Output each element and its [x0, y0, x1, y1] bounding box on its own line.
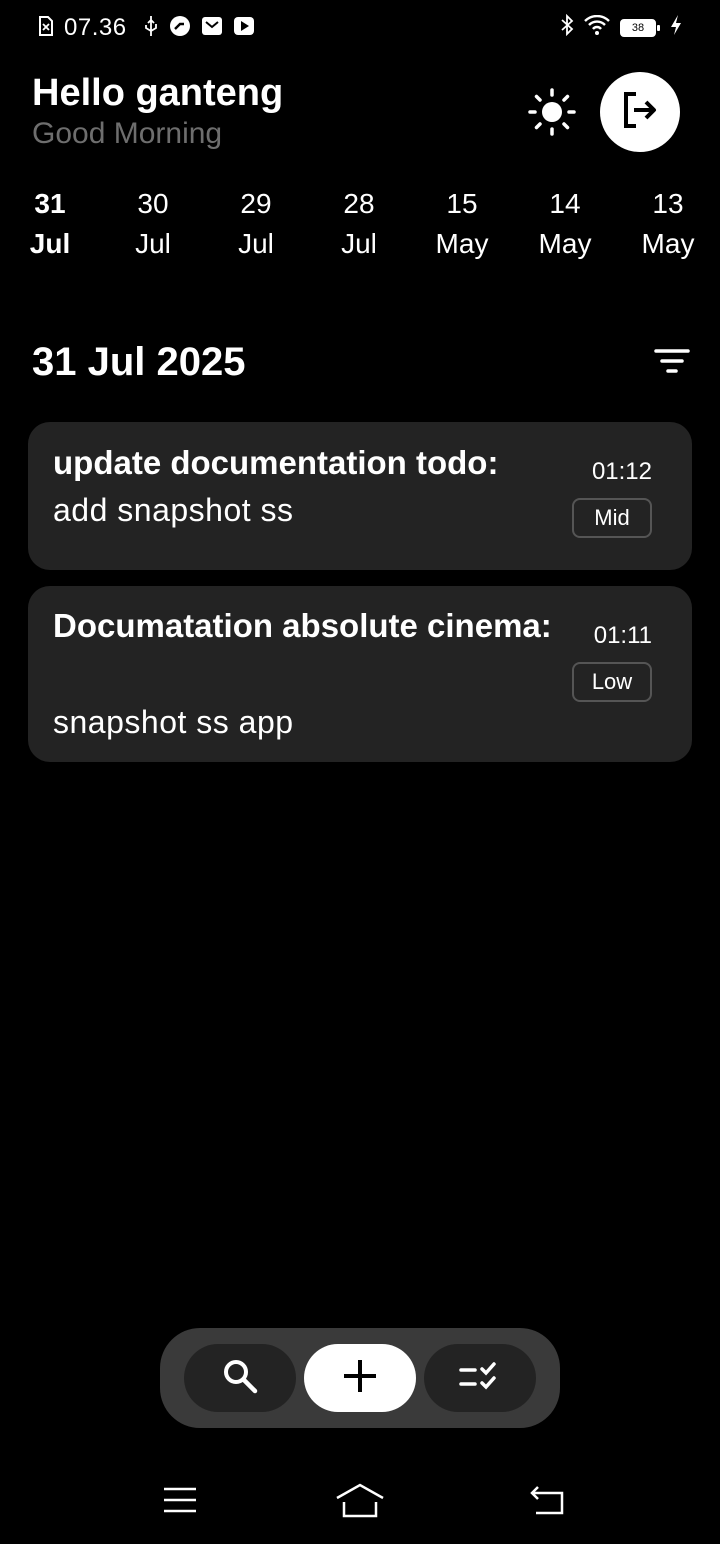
bluetooth-icon — [560, 13, 574, 41]
date-month: May — [641, 228, 695, 259]
date-item-14-may[interactable]: 14 May — [525, 186, 605, 266]
battery-icon: 38 — [620, 18, 660, 37]
priority-badge: Low — [572, 662, 652, 702]
sun-icon — [528, 87, 576, 141]
date-month: Jul — [135, 228, 171, 259]
task-title: update documentation todo: — [53, 444, 499, 481]
date-month: Jul — [341, 228, 377, 259]
greeting-title: Hello ganteng — [32, 72, 284, 114]
search-button[interactable] — [184, 1344, 296, 1412]
usb-icon — [143, 15, 159, 42]
date-item-30-jul[interactable]: 30 Jul — [113, 186, 193, 266]
theme-toggle-button[interactable] — [526, 87, 578, 141]
logout-icon — [620, 90, 660, 135]
charging-icon — [670, 14, 682, 41]
filter-icon — [652, 347, 692, 382]
mail-icon — [201, 15, 223, 42]
back-icon — [528, 1483, 568, 1522]
date-day: 13 — [652, 188, 684, 219]
greeting-block: Hello ganteng Good Morning — [32, 72, 283, 151]
section-date-heading: 31 Jul 2025 — [32, 340, 246, 384]
date-month: Jul — [29, 228, 71, 259]
app-notification-icon — [169, 15, 191, 42]
task-list-button[interactable] — [424, 1344, 536, 1412]
youtube-icon — [233, 15, 255, 42]
task-time: 01:12 — [591, 458, 652, 485]
logout-button[interactable] — [600, 72, 680, 152]
checklist-icon — [458, 1358, 502, 1399]
date-selector: 31 Jul 30 Jul 29 Jul 28 Jul 15 May 14 Ma… — [0, 186, 720, 266]
date-month: May — [538, 228, 592, 259]
date-day: 15 — [446, 188, 478, 219]
priority-badge: Mid — [572, 498, 652, 538]
menu-icon — [162, 1485, 198, 1520]
home-icon — [335, 1482, 385, 1523]
date-day: 28 — [343, 188, 375, 219]
date-item-15-may[interactable]: 15 May — [422, 186, 502, 266]
back-button[interactable] — [526, 1480, 570, 1524]
task-time: 01:11 — [593, 622, 652, 649]
date-item-29-jul[interactable]: 29 Jul — [216, 186, 296, 266]
task-title: Documatation absolute cinema: — [53, 607, 552, 644]
bottom-nav — [160, 1328, 560, 1428]
system-nav-bar — [0, 1480, 720, 1524]
search-icon — [220, 1356, 260, 1401]
task-description: snapshot ss app — [53, 704, 294, 740]
status-right: 38 — [560, 13, 682, 41]
date-item-13-may[interactable]: 13 May — [628, 186, 708, 266]
home-button[interactable] — [335, 1480, 385, 1524]
date-day: 31 — [34, 188, 66, 219]
filter-button[interactable] — [648, 346, 696, 382]
add-task-button[interactable] — [304, 1344, 416, 1412]
date-day: 14 — [549, 188, 581, 219]
status-time: 07.36 — [64, 14, 127, 41]
date-month: May — [435, 228, 489, 259]
date-month: Jul — [238, 228, 274, 259]
greeting-subtitle: Good Morning — [32, 117, 223, 150]
date-item-28-jul[interactable]: 28 Jul — [319, 186, 399, 266]
date-day: 30 — [137, 188, 169, 219]
date-day: 29 — [240, 188, 272, 219]
wifi-icon — [584, 14, 610, 40]
recents-button[interactable] — [158, 1480, 202, 1524]
status-left: 07.36 — [38, 14, 255, 42]
date-item-31-jul[interactable]: 31 Jul — [10, 186, 90, 266]
task-description: add snapshot ss — [53, 492, 294, 528]
task-card[interactable]: update documentation todo: add snapshot … — [28, 422, 692, 570]
status-bar: 07.36 38 — [0, 0, 720, 56]
plus-icon — [340, 1356, 380, 1401]
sim-off-icon — [38, 15, 54, 41]
task-card[interactable]: Documatation absolute cinema: snapshot s… — [28, 586, 692, 762]
